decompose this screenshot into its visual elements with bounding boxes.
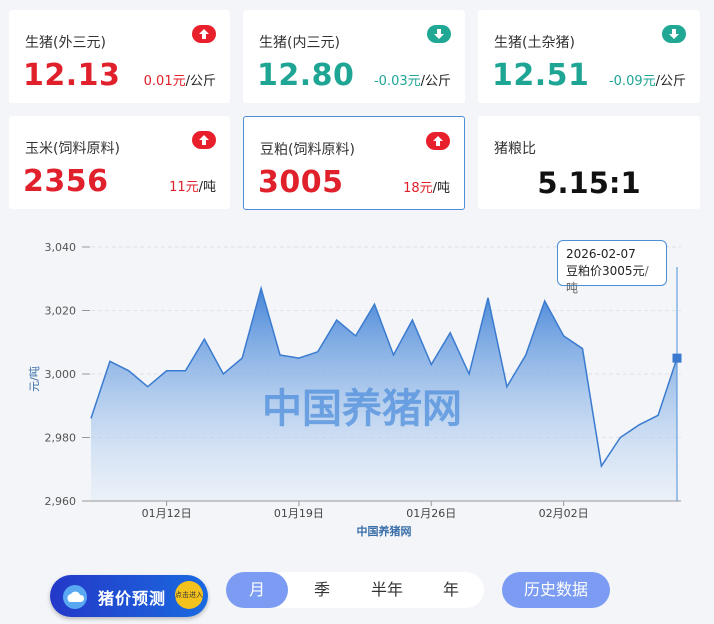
x-tick-label: 01月19日 <box>274 507 324 520</box>
card-name: 豆粕(饲料原料) <box>260 142 355 158</box>
change-unit: /公斤 <box>420 74 451 89</box>
change-amount: 18元 <box>403 181 433 196</box>
price-forecast-button[interactable]: 猪价预测 点击进入 <box>50 575 208 617</box>
ratio-name: 猪粮比 <box>494 141 536 157</box>
arrow-down-icon <box>427 25 451 43</box>
card-value: 12.80 <box>257 58 355 93</box>
change-amount: -0.03元 <box>373 74 421 89</box>
period-tabs: 月 季 半年 年 <box>226 572 484 608</box>
card-name: 生猪(内三元) <box>259 35 340 51</box>
card-name: 生猪(土杂猪) <box>494 35 575 51</box>
ratio-value: 5.15:1 <box>537 166 641 200</box>
y-tick-label: 3,000 <box>45 368 77 381</box>
change-unit: /吨 <box>432 181 450 196</box>
card-name: 生猪(外三元) <box>25 35 106 51</box>
arrow-up-icon <box>426 132 450 150</box>
price-card-live-hog-local[interactable]: 生猪(土杂猪) 12.51 -0.09元/公斤 <box>478 10 700 103</box>
chart-watermark: 中国养猪网 <box>262 386 462 432</box>
x-axis-label: 中国养猪网 <box>357 524 412 538</box>
tab-half-year[interactable]: 半年 <box>356 572 418 608</box>
arrow-down-icon <box>662 25 686 43</box>
x-tick-label: 01月12日 <box>142 507 192 520</box>
card-value: 2356 <box>23 164 109 199</box>
tooltip-label: 豆粕价 <box>566 264 603 278</box>
card-change: 18元/吨 <box>403 177 450 196</box>
x-tick-label: 01月26日 <box>406 507 456 520</box>
y-axis-label: 元/吨 <box>28 366 41 392</box>
y-tick-label: 3,040 <box>45 241 77 254</box>
tab-quarter[interactable]: 季 <box>292 572 352 608</box>
tab-year[interactable]: 年 <box>422 572 480 608</box>
arrow-up-icon <box>192 131 216 149</box>
arrow-up-icon <box>192 25 216 43</box>
price-card-soybean-meal[interactable]: 豆粕(饲料原料) 3005 18元/吨 <box>243 116 465 210</box>
card-change: -0.09元/公斤 <box>609 70 686 89</box>
change-unit: /公斤 <box>655 74 686 89</box>
card-change: -0.03元/公斤 <box>374 70 451 89</box>
x-tick-label: 02月02日 <box>539 507 589 520</box>
tooltip-value-line: 豆粕价3005元/吨 <box>566 263 658 297</box>
tooltip-date: 2026-02-07 <box>566 247 636 261</box>
card-value: 12.13 <box>23 58 121 93</box>
change-unit: /吨 <box>198 180 216 195</box>
y-tick-label: 3,020 <box>45 305 77 318</box>
change-unit: /公斤 <box>185 74 216 89</box>
y-axis-ticks: 2,960 2,980 3,000 3,020 3,040 <box>45 241 90 508</box>
y-tick-label: 2,980 <box>45 432 77 445</box>
card-change: 11元/吨 <box>169 176 216 195</box>
card-change: 0.01元/公斤 <box>144 70 216 89</box>
change-amount: 11元 <box>169 180 199 195</box>
change-amount: -0.09元 <box>608 74 656 89</box>
y-tick-label: 2,960 <box>45 495 77 508</box>
tooltip-value: 3005元 <box>602 264 645 278</box>
price-card-live-hog-outer[interactable]: 生猪(外三元) 12.13 0.01元/公斤 <box>9 10 230 103</box>
card-value: 12.51 <box>492 58 590 93</box>
active-point-marker <box>672 353 682 363</box>
ratio-card-hog-grain[interactable]: 猪粮比 5.15:1 <box>478 116 700 209</box>
card-value: 3005 <box>258 165 344 200</box>
price-card-corn[interactable]: 玉米(饲料原料) 2356 11元/吨 <box>9 116 230 209</box>
price-card-live-hog-inner[interactable]: 生猪(内三元) 12.80 -0.03元/公斤 <box>243 10 465 103</box>
history-data-button[interactable]: 历史数据 <box>502 572 610 608</box>
tab-month[interactable]: 月 <box>226 572 288 608</box>
enter-badge: 点击进入 <box>175 581 203 609</box>
card-name: 玉米(饲料原料) <box>25 141 120 157</box>
chart-tooltip: 2026-02-07 豆粕价3005元/吨 <box>557 240 667 295</box>
change-amount: 0.01元 <box>143 74 186 89</box>
x-axis-ticks: 01月12日 01月19日 01月26日 02月02日 <box>142 501 589 520</box>
price-forecast-label: 猪价预测 <box>98 589 167 608</box>
cloud-icon <box>63 585 87 609</box>
